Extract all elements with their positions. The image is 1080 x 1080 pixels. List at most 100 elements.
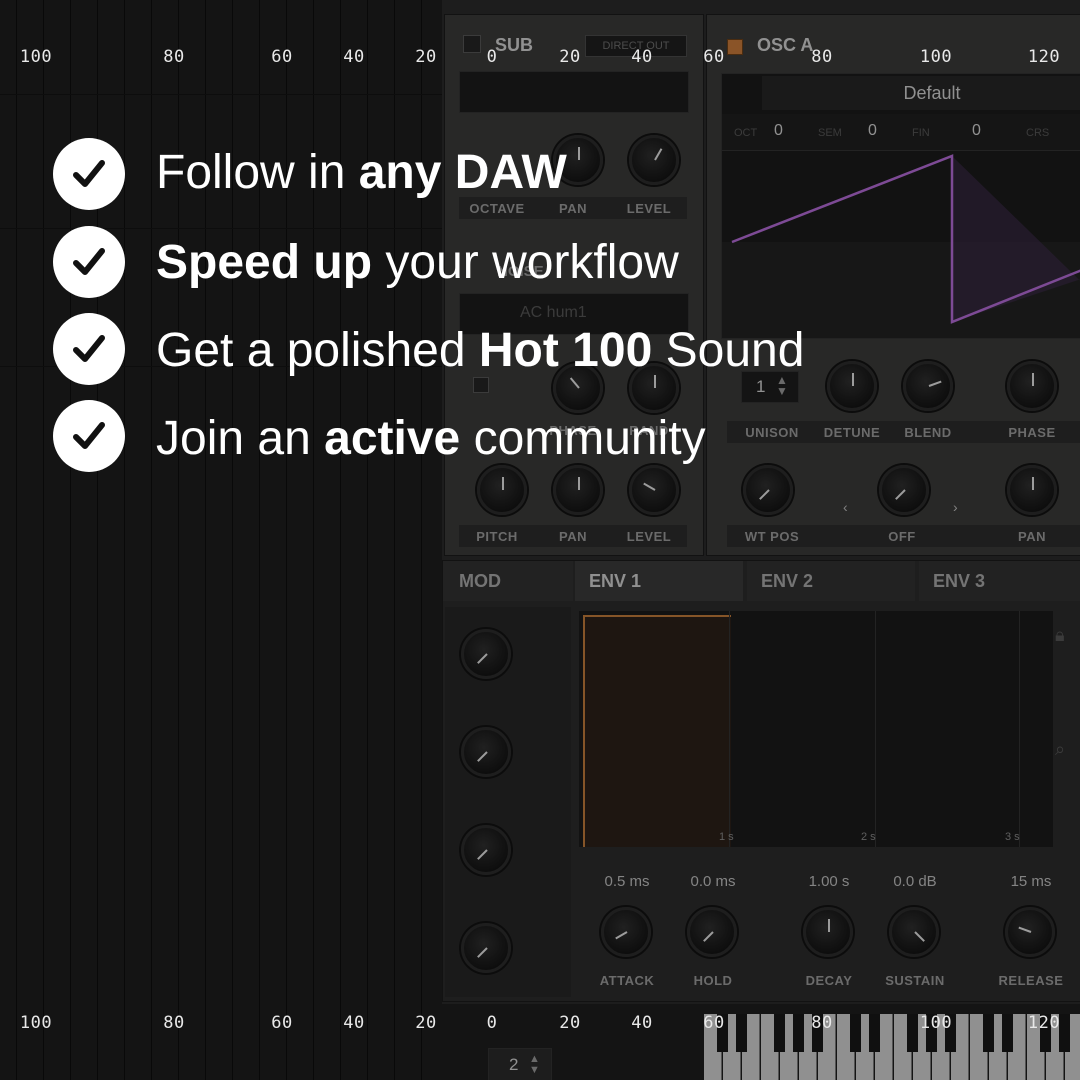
semi-field-value[interactable]: 0 — [868, 122, 877, 140]
ruler-tick-label: 40 — [343, 47, 365, 67]
octave-field-label: OCT — [734, 127, 758, 139]
ruler-tick-label: 100 — [919, 1013, 953, 1033]
release-value: 15 ms — [1010, 873, 1052, 890]
lock-icon[interactable]: 🔒︎ — [1055, 625, 1065, 646]
grid-column-line — [16, 0, 17, 1080]
ruler-tick-label: 40 — [631, 47, 653, 67]
octave-stepper-icon[interactable]: ▲ ▼ — [529, 1054, 540, 1076]
ruler-tick-label: 20 — [415, 1013, 437, 1033]
tab-env3[interactable]: ENV 3 — [919, 561, 1080, 601]
phase-label-osc: PHASE — [1008, 425, 1056, 440]
mod-source-knob-1[interactable] — [461, 629, 511, 679]
sustain-knob[interactable] — [889, 907, 939, 957]
phase-knob[interactable] — [1007, 361, 1057, 411]
feature-line-1: Follow in any DAW — [156, 146, 567, 199]
decay-knob[interactable] — [803, 907, 853, 957]
noise-preset-name: AC hum1 — [520, 304, 587, 321]
checkmark-icon — [53, 400, 125, 472]
zoom-icon[interactable]: ⌕ — [1055, 739, 1065, 760]
pitch-label: PITCH — [476, 529, 518, 544]
ruler-tick-label: 100 — [919, 47, 953, 67]
checkmark-icon — [53, 138, 125, 210]
feature-line-3: Get a polished Hot 100 Sound — [156, 324, 805, 377]
mod-source-knob-3[interactable] — [461, 825, 511, 875]
chevron-left-icon[interactable]: ‹ — [843, 499, 848, 515]
time-mark-3s: 3 s — [1005, 831, 1020, 843]
ruler-tick-label: 0 — [486, 1013, 498, 1033]
hold-knob[interactable] — [687, 907, 737, 957]
ruler-tick-label: 60 — [271, 47, 293, 67]
ruler-tick-label: 120 — [1027, 47, 1061, 67]
release-knob[interactable] — [1005, 907, 1055, 957]
envelope-graph[interactable]: 1 s 2 s 3 s — [579, 611, 1053, 847]
octave-label: OCTAVE — [469, 201, 525, 216]
tab-env1[interactable]: ENV 1 — [575, 561, 743, 601]
wt-pos-knob[interactable] — [743, 465, 793, 515]
noise-enable-toggle[interactable] — [473, 377, 489, 393]
grid-column-line — [151, 0, 152, 1080]
ruler-tick-label: 80 — [163, 1013, 185, 1033]
coarse-field-label: CRS — [1026, 127, 1050, 139]
octave-field-value[interactable]: 0 — [774, 122, 783, 140]
detune-knob[interactable] — [827, 361, 877, 411]
pan-label-osc: PAN — [1018, 529, 1046, 544]
hold-value: 0.0 ms — [690, 873, 736, 890]
ruler-tick-label: 40 — [343, 1013, 365, 1033]
ruler-tick-label: 120 — [1027, 1013, 1061, 1033]
timeline-ruler-top: 100 80 60 40 20 0 20 40 60 80 100 120 — [0, 47, 1080, 87]
tab-env2[interactable]: ENV 2 — [747, 561, 915, 601]
mod-source-knob-2[interactable] — [461, 727, 511, 777]
modulation-section: MOD ENV 1 ENV 2 ENV 3 1 s 2 s 3 s 🔒︎ ⌕ 0… — [442, 560, 1080, 1002]
ruler-tick-label: 60 — [703, 1013, 725, 1033]
grid-row-line — [0, 228, 442, 229]
sustain-value: 0.0 dB — [893, 873, 937, 890]
osc-a-panel: OSC A Default OCT 0 SEM 0 FIN 0 CRS 1 ▲ ▼ — [706, 14, 1080, 556]
pitch-controls-row: OCT 0 SEM 0 FIN 0 CRS — [722, 114, 1080, 151]
warp-mode-label[interactable]: OFF — [857, 529, 947, 544]
decay-label: DECAY — [805, 973, 853, 988]
ruler-tick-label: 80 — [811, 47, 833, 67]
envelope-shape[interactable] — [583, 615, 731, 847]
attack-label: ATTACK — [599, 973, 655, 988]
ruler-tick-label: 20 — [559, 1013, 581, 1033]
sub-pitch-knob[interactable] — [477, 465, 527, 515]
warp-knob[interactable] — [879, 465, 929, 515]
level-label: LEVEL — [626, 201, 672, 216]
time-mark-1s: 1 s — [719, 831, 734, 843]
ruler-tick-label: 20 — [559, 47, 581, 67]
sustain-label: SUSTAIN — [885, 973, 945, 988]
ruler-tick-label: 60 — [703, 47, 725, 67]
wt-pos-label: WT POS — [744, 529, 800, 544]
sub-level-knob-2[interactable] — [629, 465, 679, 515]
blend-label: BLEND — [904, 425, 952, 440]
grid-row-line — [0, 94, 442, 95]
stepper-arrows-icon[interactable]: ▲ ▼ — [776, 374, 788, 397]
sub-level-knob[interactable] — [629, 135, 679, 185]
mod-source-knob-4[interactable] — [461, 923, 511, 973]
osc-pan-knob[interactable] — [1007, 465, 1057, 515]
ruler-tick-label: 20 — [415, 47, 437, 67]
fine-field-value[interactable]: 0 — [972, 122, 981, 140]
release-label: RELEASE — [998, 973, 1064, 988]
blend-knob[interactable] — [903, 361, 953, 411]
grid-column-line — [43, 0, 44, 1080]
ruler-tick-label: 40 — [631, 1013, 653, 1033]
tab-mod[interactable]: MOD — [443, 561, 573, 601]
hold-label: HOLD — [693, 973, 733, 988]
feature-line-2: Speed up your workflow — [156, 236, 679, 289]
sawtooth-waveform — [722, 154, 1080, 338]
fine-field-label: FIN — [912, 127, 930, 139]
sub-pan-knob-2[interactable] — [553, 465, 603, 515]
feature-line-4: Join an active community — [156, 412, 706, 465]
wavetable-display[interactable]: Default OCT 0 SEM 0 FIN 0 CRS — [721, 73, 1080, 339]
chevron-right-icon[interactable]: › — [953, 499, 958, 515]
ruler-tick-label: 0 — [486, 47, 498, 67]
attack-value: 0.5 ms — [604, 873, 650, 890]
ruler-tick-label: 60 — [271, 1013, 293, 1033]
checkmark-icon — [53, 226, 125, 298]
semi-field-label: SEM — [818, 127, 842, 139]
ruler-tick-label: 100 — [19, 47, 53, 67]
ruler-tick-label: 100 — [19, 1013, 53, 1033]
timeline-ruler-bottom: 100 80 60 40 20 0 20 40 60 80 100 120 — [0, 1013, 1080, 1053]
attack-knob[interactable] — [601, 907, 651, 957]
